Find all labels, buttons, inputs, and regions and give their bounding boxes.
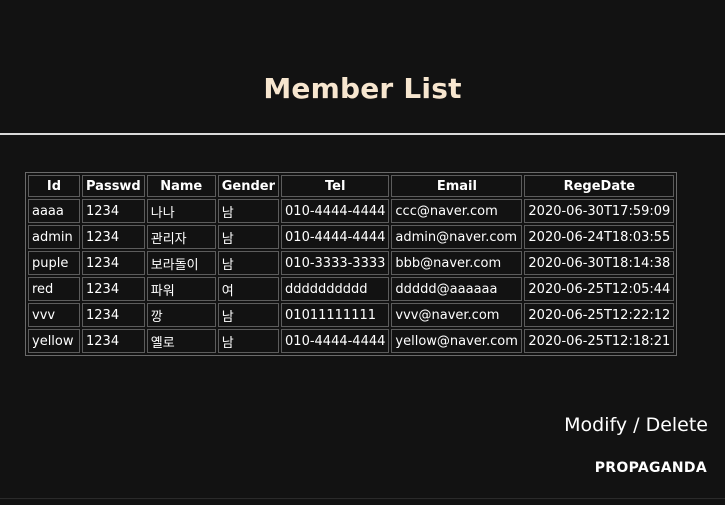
cell-email: vvv@naver.com [391,303,523,327]
table-row: red 1234 파워 여 dddddddddd ddddd@aaaaaa 20… [28,277,675,301]
cell-gender: 남 [217,251,280,275]
cell-tel: 010-3333-3333 [281,251,390,275]
cell-gender: 남 [217,329,280,353]
cell-passwd: 1234 [82,329,145,353]
cell-tel: 010-4444-4444 [281,225,390,249]
cell-email: bbb@naver.com [391,251,523,275]
table-row: admin 1234 관리자 남 010-4444-4444 admin@nav… [28,225,675,249]
cell-gender: 여 [217,277,280,301]
modify-link[interactable]: Modify [564,414,627,436]
member-table-container: Id Passwd Name Gender Tel Email RegeDate… [25,172,678,356]
cell-regedate: 2020-06-25T12:22:12 [524,303,675,327]
cell-id: aaaa [28,199,80,223]
cell-tel: dddddddddd [281,277,390,301]
column-header-gender: Gender [217,175,280,197]
cell-passwd: 1234 [82,303,145,327]
cell-passwd: 1234 [82,225,145,249]
column-header-tel: Tel [281,175,390,197]
cell-gender: 남 [217,225,280,249]
column-header-email: Email [391,175,523,197]
cell-email: yellow@naver.com [391,329,523,353]
cell-id: admin [28,225,80,249]
cell-regedate: 2020-06-30T18:14:38 [524,251,675,275]
cell-id: yellow [28,329,80,353]
cell-regedate: 2020-06-25T12:18:21 [524,329,675,353]
cell-name: 보라돌이 [146,251,216,275]
footer-brand: PROPAGANDA [594,460,707,476]
table-header-row: Id Passwd Name Gender Tel Email RegeDate [28,175,675,197]
action-separator: / [627,414,646,436]
cell-regedate: 2020-06-25T12:05:44 [524,277,675,301]
cell-tel: 010-4444-4444 [281,329,390,353]
table-row: vvv 1234 깡 남 01011111111 vvv@naver.com 2… [28,303,675,327]
cell-gender: 남 [217,303,280,327]
action-links: Modify / Delete [564,414,708,436]
cell-tel: 010-4444-4444 [281,199,390,223]
cell-name: 옐로 [146,329,216,353]
cell-regedate: 2020-06-30T17:59:09 [524,199,675,223]
cell-passwd: 1234 [82,277,145,301]
title-divider [0,133,725,135]
cell-passwd: 1234 [82,251,145,275]
cell-regedate: 2020-06-24T18:03:55 [524,225,675,249]
cell-name: 파워 [146,277,216,301]
cell-id: puple [28,251,80,275]
column-header-regedate: RegeDate [524,175,675,197]
column-header-id: Id [28,175,80,197]
cell-name: 나나 [146,199,216,223]
cell-email: ccc@naver.com [391,199,523,223]
column-header-name: Name [146,175,216,197]
table-row: puple 1234 보라돌이 남 010-3333-3333 bbb@nave… [28,251,675,275]
cell-name: 깡 [146,303,216,327]
member-list-page: Member List Id Passwd Name Gender Tel Em… [0,0,725,505]
member-table: Id Passwd Name Gender Tel Email RegeDate… [25,172,678,356]
column-header-passwd: Passwd [82,175,145,197]
page-title: Member List [263,72,462,105]
cell-tel: 01011111111 [281,303,390,327]
cell-name: 관리자 [146,225,216,249]
cell-passwd: 1234 [82,199,145,223]
cell-gender: 남 [217,199,280,223]
cell-id: vvv [28,303,80,327]
cell-email: admin@naver.com [391,225,523,249]
cell-id: red [28,277,80,301]
table-row: yellow 1234 옐로 남 010-4444-4444 yellow@na… [28,329,675,353]
table-row: aaaa 1234 나나 남 010-4444-4444 ccc@naver.c… [28,199,675,223]
footer-divider [0,498,725,499]
delete-link[interactable]: Delete [646,414,708,436]
cell-email: ddddd@aaaaaa [391,277,523,301]
